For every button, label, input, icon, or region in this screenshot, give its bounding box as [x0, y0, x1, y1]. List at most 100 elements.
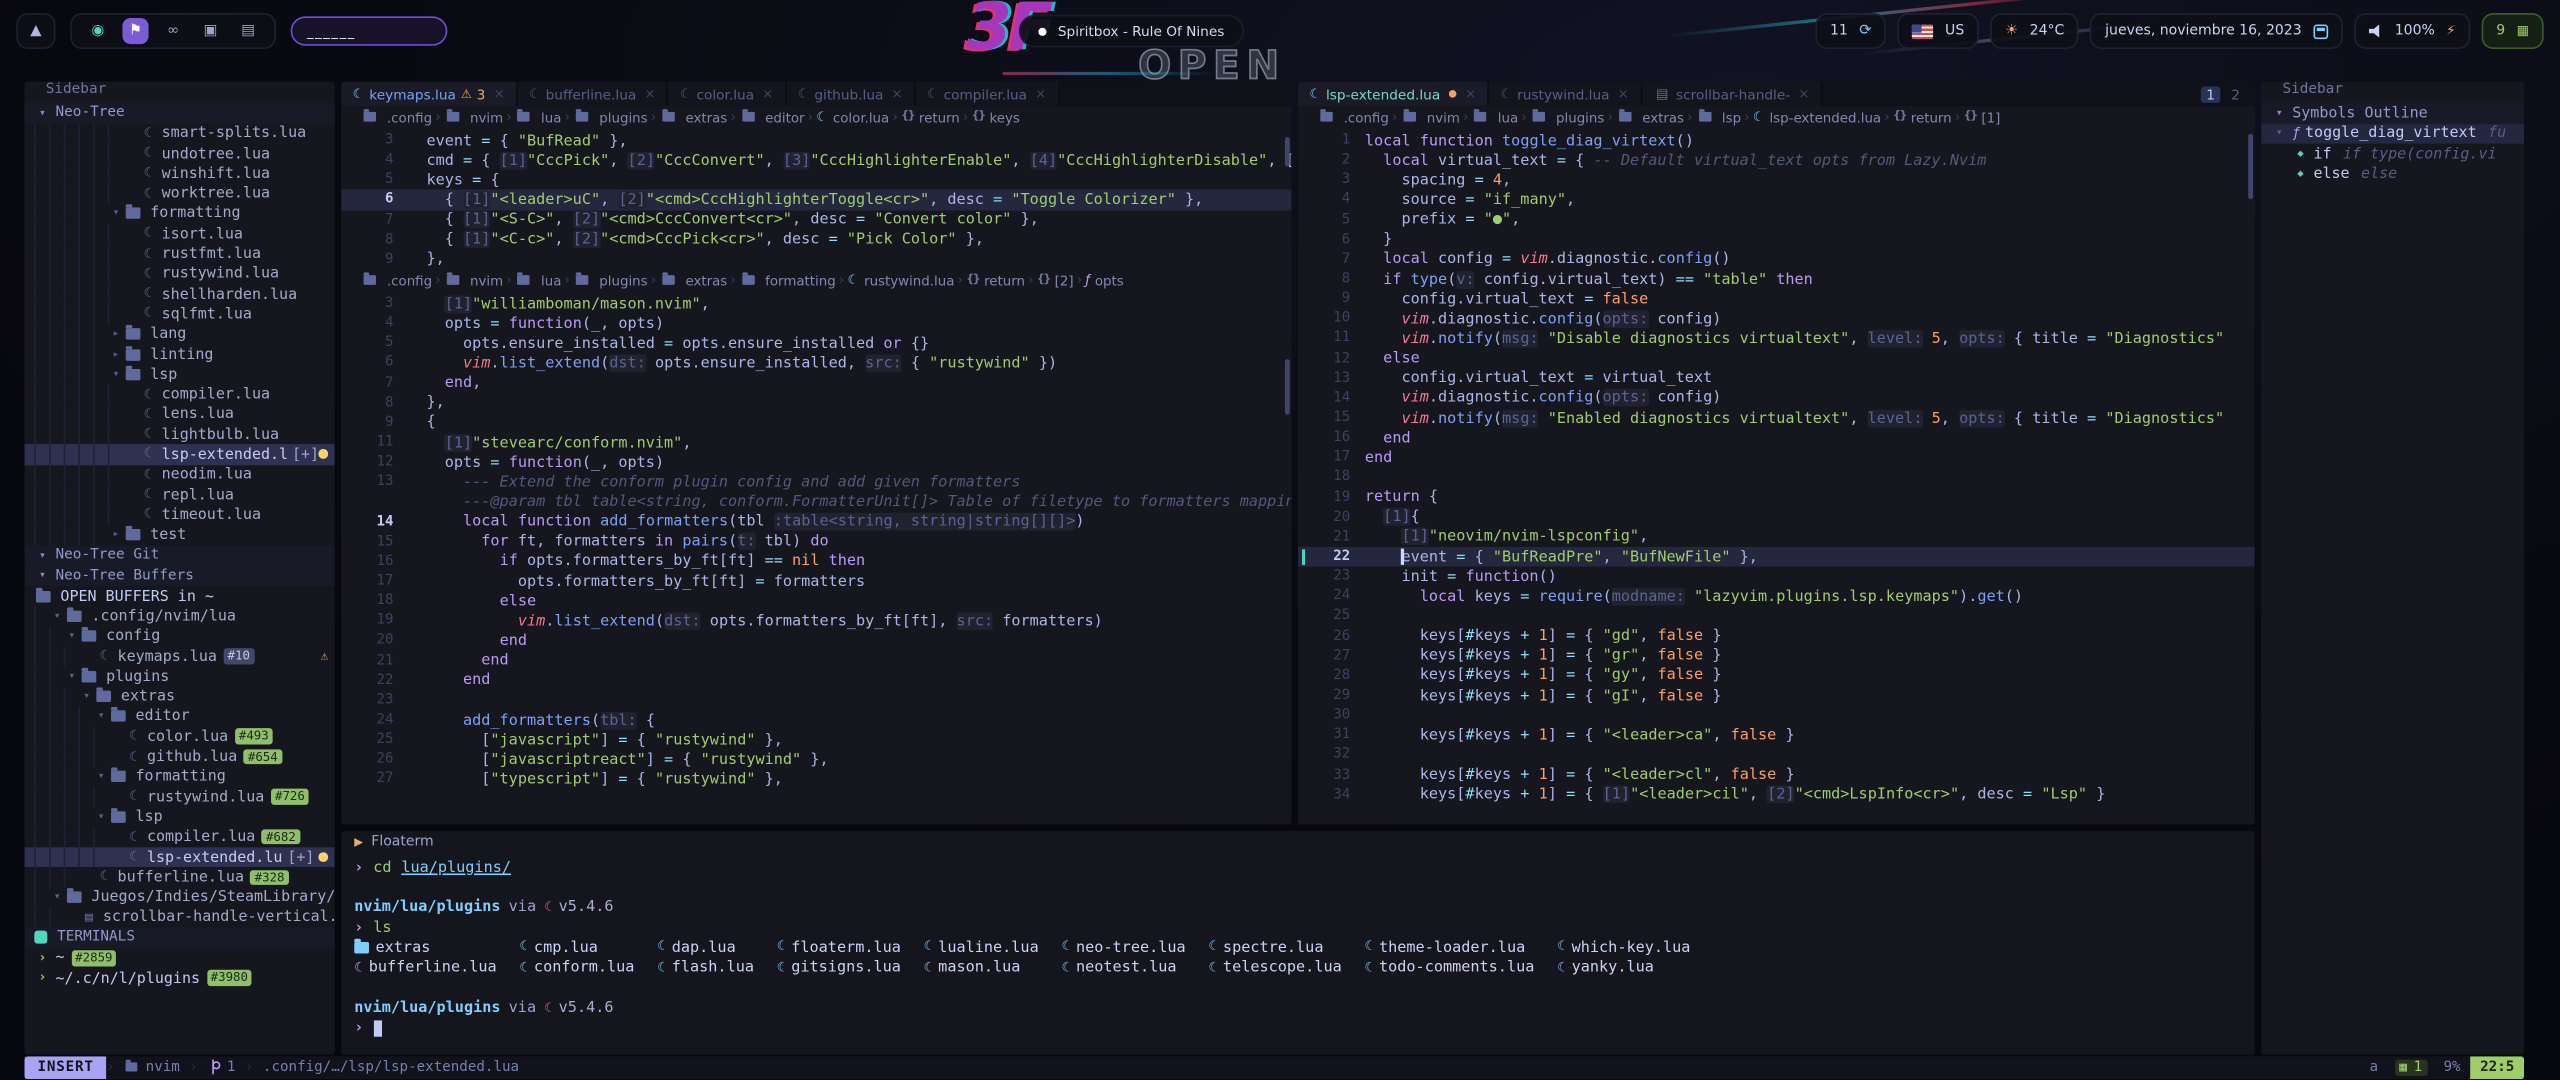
- close-icon[interactable]: ×: [892, 87, 903, 100]
- code-line[interactable]: 15 for ft, formatters in pairs(t: tbl) d…: [341, 532, 1291, 552]
- tree-item[interactable]: ▾editor: [24, 707, 334, 727]
- breadcrumb-item[interactable]: .config: [1318, 109, 1389, 125]
- code-line[interactable]: 5 opts.ensure_installed = opts.ensure_in…: [341, 334, 1291, 354]
- breadcrumb-item[interactable]: lua: [515, 272, 562, 288]
- tree-item[interactable]: ▾config: [24, 626, 334, 646]
- code-line[interactable]: 13 --- Extend the conform plugin config …: [341, 472, 1291, 492]
- code-line[interactable]: 21 [1]"neovim/nvim-lspconfig",: [1298, 527, 2255, 547]
- weather-widget[interactable]: ☀24°C: [1990, 13, 2079, 49]
- code-line[interactable]: 14 local function add_formatters(tbl :ta…: [341, 512, 1291, 532]
- breadcrumb-item[interactable]: {}return: [966, 272, 1025, 288]
- keyboard-layout-widget[interactable]: US: [1898, 13, 1979, 49]
- code-line[interactable]: 14 vim.diagnostic.config(opts: config): [1298, 388, 2255, 408]
- section-git[interactable]: ▾Neo-Tree Git: [24, 545, 334, 566]
- flag-tool-button[interactable]: ⚑: [122, 18, 148, 44]
- code-line[interactable]: 32: [1298, 745, 2255, 765]
- code-line[interactable]: 17 opts.formatters_by_ft[ft] = formatter…: [341, 571, 1291, 591]
- tree-item[interactable]: ☾timeout.lua: [24, 505, 334, 525]
- code-line[interactable]: 11 [1]"stevearc/conform.nvim",: [341, 433, 1291, 453]
- tree-item[interactable]: ☾compiler.lua: [24, 384, 334, 404]
- breadcrumb-item[interactable]: ƒopts: [1085, 272, 1123, 288]
- code-line[interactable]: ---@param tbl table<string, conform.Form…: [341, 492, 1291, 512]
- breadcrumb-item[interactable]: nvim: [444, 109, 503, 125]
- tab-lsp-extended.lua[interactable]: ☾lsp-extended.lua●×: [1298, 82, 1489, 106]
- code-line[interactable]: 11 vim.notify(msg: "Disable diagnostics …: [1298, 329, 2255, 349]
- code-line[interactable]: 17end: [1298, 448, 2255, 468]
- code-line[interactable]: 29 keys[#keys + 1] = { "gI", false }: [1298, 686, 2255, 706]
- tree-item[interactable]: ▸test: [24, 525, 334, 545]
- tree-item[interactable]: ▾formatting: [24, 204, 334, 224]
- outline-item[interactable]: ◆elseelse: [2261, 164, 2524, 184]
- close-icon[interactable]: ×: [1035, 87, 1046, 100]
- breadcrumb-item[interactable]: plugins: [573, 109, 647, 125]
- breadcrumb-item[interactable]: extras: [1616, 109, 1684, 125]
- code-line[interactable]: 6 }: [1298, 230, 2255, 250]
- code-line[interactable]: 8 if type(v: config.virtual_text) == "ta…: [1298, 269, 2255, 289]
- code-line[interactable]: 26 ["javascriptreact"] = { "rustywind" }…: [341, 750, 1291, 770]
- code-line[interactable]: 18: [1298, 468, 2255, 488]
- breadcrumb-item[interactable]: ☾lsp-extended.lua: [1753, 109, 1881, 125]
- tree-item[interactable]: ▸lang: [24, 324, 334, 344]
- link-tool-button[interactable]: ∞: [160, 18, 186, 44]
- code-line[interactable]: 12 else: [1298, 349, 2255, 369]
- tree-item[interactable]: ☾lsp-extended.lu[+]: [24, 445, 334, 465]
- launcher-button[interactable]: ▲: [16, 13, 55, 49]
- breadcrumb-item[interactable]: ☾color.lua: [816, 109, 889, 125]
- tab-keymaps.lua[interactable]: ☾keymaps.lua⚠3×: [341, 82, 517, 106]
- tree-item[interactable]: ☾color.lua#493: [24, 727, 334, 747]
- code-line[interactable]: 3 [1]"williamboman/mason.nvim",: [341, 294, 1291, 314]
- code-line[interactable]: 5 keys = {: [341, 170, 1291, 190]
- close-icon[interactable]: ×: [1618, 87, 1629, 100]
- breadcrumb-item[interactable]: {}return: [1893, 109, 1952, 125]
- code-line[interactable]: 4 opts = function(_, opts): [341, 314, 1291, 334]
- code-line[interactable]: 6 vim.list_extend(dst: opts.ensure_insta…: [341, 353, 1291, 373]
- code-line[interactable]: 20 end: [341, 631, 1291, 651]
- code-line[interactable]: ▍22 event = { "BufReadPre", "BufNewFile"…: [1298, 547, 2255, 567]
- code-line[interactable]: 3 spacing = 4,: [1298, 170, 2255, 190]
- close-icon[interactable]: ×: [494, 87, 505, 100]
- tab-compiler.lua[interactable]: ☾compiler.lua×: [916, 82, 1060, 106]
- code-line[interactable]: 12 opts = function(_, opts): [341, 452, 1291, 472]
- outline-item[interactable]: ◆ifif type(config.vi: [2261, 143, 2524, 163]
- code-line[interactable]: 5 prefix = "●",: [1298, 210, 2255, 230]
- breadcrumb-item[interactable]: nvim: [444, 272, 503, 288]
- scrollbar-thumb[interactable]: [1285, 137, 1290, 166]
- breadcrumb-item[interactable]: extras: [659, 272, 727, 288]
- breadcrumb-item[interactable]: {}return: [901, 109, 960, 125]
- editor-lsp-extended-lua[interactable]: 1local function toggle_diag_virtext()2 l…: [1298, 127, 2255, 824]
- breadcrumb-item[interactable]: .config: [361, 272, 432, 288]
- code-line[interactable]: 24 add_formatters(tbl: {: [341, 710, 1291, 730]
- code-line[interactable]: 25: [1298, 606, 2255, 626]
- outline-item[interactable]: ▾ƒtoggle_diag_virtextfu: [2261, 123, 2524, 143]
- tree-item[interactable]: ▾lsp: [24, 364, 334, 384]
- code-line[interactable]: 1local function toggle_diag_virtext(): [1298, 131, 2255, 151]
- breadcrumb-item[interactable]: {}keys: [972, 109, 1020, 125]
- code-line[interactable]: 18 else: [341, 591, 1291, 611]
- breadcrumb-item[interactable]: lsp: [1696, 109, 1741, 125]
- section-neotree[interactable]: ▾Neo-Tree: [24, 103, 334, 124]
- code-line[interactable]: 28 keys[#keys + 1] = { "gy", false }: [1298, 666, 2255, 686]
- breadcrumb-item[interactable]: plugins: [573, 272, 647, 288]
- breadcrumb-item[interactable]: plugins: [1530, 109, 1604, 125]
- tree-item[interactable]: ☾rustywind.lua: [24, 264, 334, 284]
- tree-item[interactable]: OPEN BUFFERS in ~: [24, 586, 334, 606]
- breadcrumb-item[interactable]: .config: [361, 109, 432, 125]
- tree-item[interactable]: ▾extras: [24, 687, 334, 707]
- tab-bufferline.lua[interactable]: ☾bufferline.lua×: [518, 82, 669, 106]
- code-line[interactable]: 4 cmd = { [1]"CccPick", [2]"CccConvert",…: [341, 150, 1291, 170]
- tree-item[interactable]: ☾rustfmt.lua: [24, 244, 334, 264]
- tab-scrollbar-handle-[interactable]: ▤scrollbar-handle-×: [1642, 82, 1823, 106]
- code-line[interactable]: 22 end: [341, 670, 1291, 690]
- code-line[interactable]: 7 end,: [341, 373, 1291, 393]
- code-line[interactable]: 19 vim.list_extend(dst: opts.formatters_…: [341, 611, 1291, 631]
- code-line[interactable]: 21 end: [341, 651, 1291, 671]
- breadcrumb-item[interactable]: ☾rustywind.lua: [847, 272, 954, 288]
- close-icon[interactable]: ×: [1798, 87, 1809, 100]
- tree-item[interactable]: ▾formatting: [24, 767, 334, 787]
- code-line[interactable]: 23 init = function(): [1298, 567, 2255, 587]
- editor-color-lua[interactable]: 3 event = { "BufRead" },4 cmd = { [1]"Cc…: [341, 127, 1291, 269]
- code-line[interactable]: 10 vim.diagnostic.config(opts: config): [1298, 309, 2255, 329]
- tree-item[interactable]: ☾winshift.lua: [24, 164, 334, 184]
- code-line[interactable]: 3 event = { "BufRead" },: [341, 131, 1291, 151]
- tree-item[interactable]: ☾smart-splits.lua: [24, 123, 334, 143]
